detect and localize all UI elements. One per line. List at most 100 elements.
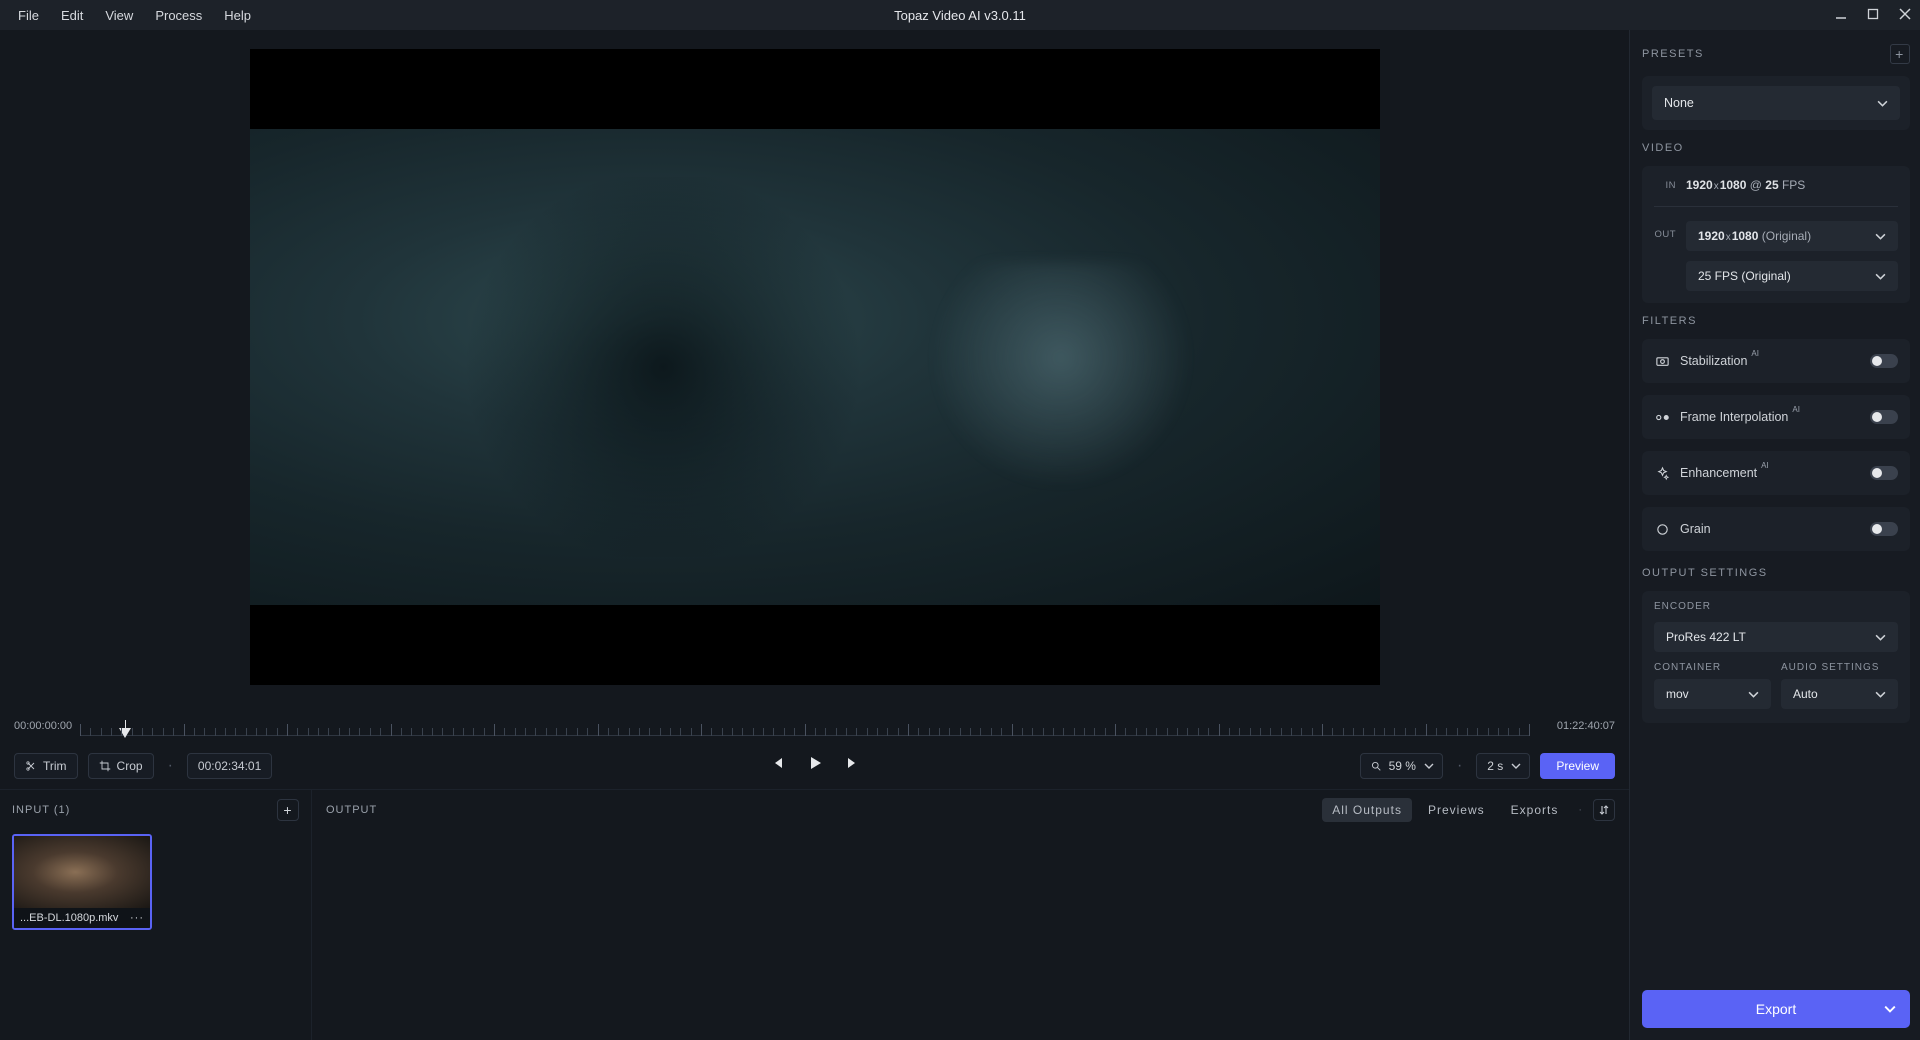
zoom-value: 59 % (1389, 759, 1416, 773)
settings-sidebar: PRESETS + None VIDEO IN 1920x1080 @ 25 F… (1630, 30, 1920, 1040)
timeline-end-tc: 01:22:40:07 (1557, 720, 1615, 732)
filter-enhancement[interactable]: Enhancement AI (1642, 451, 1910, 495)
add-preset-button[interactable]: + (1890, 44, 1910, 64)
input-header: INPUT (1) (12, 804, 70, 816)
frame-interpolation-icon (1654, 409, 1670, 425)
chevron-down-icon (1875, 271, 1886, 282)
encoder-value: ProRes 422 LT (1666, 630, 1746, 644)
filters-label-text: FILTERS (1642, 315, 1697, 327)
container-label: CONTAINER (1654, 662, 1771, 673)
chevron-down-icon (1748, 689, 1759, 700)
output-settings-label-text: OUTPUT SETTINGS (1642, 567, 1768, 579)
controls-row: Trim Crop · 00:02:34:01 59 % (0, 742, 1629, 790)
tab-exports[interactable]: Exports (1501, 798, 1569, 822)
scissors-icon (25, 760, 37, 772)
preset-select[interactable]: None (1652, 86, 1900, 120)
grain-label: Grain (1680, 522, 1711, 536)
chevron-down-icon (1875, 231, 1886, 242)
window-close-button[interactable] (1898, 7, 1912, 24)
preset-value: None (1664, 96, 1694, 110)
play-button[interactable] (807, 755, 823, 776)
input-thumbnail[interactable]: ...EB-DL.1080p.mkv ··· (12, 834, 152, 930)
encoder-select[interactable]: ProRes 422 LT (1654, 622, 1898, 652)
timeline[interactable]: 00:00:00:00 01:22:40:07 (0, 704, 1629, 742)
presets-section-label: PRESETS + (1642, 44, 1910, 64)
zoom-select[interactable]: 59 % (1360, 753, 1443, 779)
tab-all-outputs[interactable]: All Outputs (1322, 798, 1412, 822)
filter-frame-interpolation[interactable]: Frame Interpolation AI (1642, 395, 1910, 439)
chevron-down-icon (1875, 632, 1886, 643)
filter-stabilization[interactable]: Stabilization AI (1642, 339, 1910, 383)
menu-process[interactable]: Process (145, 4, 212, 27)
video-frame[interactable] (250, 49, 1380, 685)
preview-area (0, 30, 1629, 704)
thumbnail-filename: ...EB-DL.1080p.mkv (20, 912, 118, 924)
menu-file[interactable]: File (8, 4, 49, 27)
window-minimize-button[interactable] (1834, 7, 1848, 24)
stabilization-label: Stabilization (1680, 354, 1747, 368)
menu-edit[interactable]: Edit (51, 4, 93, 27)
enhancement-toggle[interactable] (1870, 466, 1898, 480)
output-settings-section-label: OUTPUT SETTINGS (1642, 567, 1910, 579)
audio-select[interactable]: Auto (1781, 679, 1898, 709)
in-width: 1920 (1686, 178, 1713, 192)
playback-controls (769, 755, 861, 776)
chevron-down-icon (1877, 98, 1888, 109)
crop-icon (99, 760, 111, 772)
window-maximize-button[interactable] (1866, 7, 1880, 24)
output-fps-value: 25 FPS (Original) (1698, 269, 1791, 283)
audio-value: Auto (1793, 687, 1818, 701)
trim-label: Trim (43, 759, 67, 773)
frame-interpolation-toggle[interactable] (1870, 410, 1898, 424)
titlebar: File Edit View Process Help Topaz Video … (0, 0, 1920, 30)
video-label-text: VIDEO (1642, 142, 1684, 154)
magnifier-icon (1371, 761, 1381, 771)
filter-grain[interactable]: Grain (1642, 507, 1910, 551)
menu-help[interactable]: Help (214, 4, 261, 27)
sort-icon (1598, 804, 1610, 816)
export-label: Export (1756, 1001, 1796, 1017)
export-button[interactable]: Export (1642, 990, 1910, 1028)
thumbnail-image (14, 836, 150, 908)
bottom-panels: INPUT (1) + ...EB-DL.1080p.mkv ··· OUTPU… (0, 790, 1629, 1040)
add-input-button[interactable]: + (277, 799, 299, 821)
ai-badge: AI (1761, 461, 1769, 470)
current-timecode[interactable]: 00:02:34:01 (187, 753, 272, 779)
menu-view[interactable]: View (95, 4, 143, 27)
output-resolution-select[interactable]: 1920x1080 (Original) (1686, 221, 1898, 251)
in-tag: IN (1654, 180, 1676, 191)
preview-length-select[interactable]: 2 s (1476, 753, 1530, 779)
enhancement-icon (1654, 465, 1670, 481)
step-forward-button[interactable] (845, 755, 861, 776)
presets-label-text: PRESETS (1642, 48, 1704, 60)
separator-dot: · (1453, 757, 1466, 775)
chevron-down-icon (1511, 761, 1521, 771)
sort-outputs-button[interactable] (1593, 799, 1615, 821)
timeline-start-tc: 00:00:00:00 (14, 720, 72, 732)
container-select[interactable]: mov (1654, 679, 1771, 709)
main-menu: File Edit View Process Help (8, 4, 261, 27)
preview-button[interactable]: Preview (1540, 753, 1615, 779)
filters-section-label: FILTERS (1642, 315, 1910, 327)
chevron-down-icon (1884, 1003, 1896, 1015)
app-title: Topaz Video AI v3.0.11 (894, 8, 1026, 23)
input-panel: INPUT (1) + ...EB-DL.1080p.mkv ··· (0, 790, 312, 1040)
in-height: 1080 (1720, 178, 1747, 192)
current-timecode-value: 00:02:34:01 (198, 759, 261, 773)
timeline-ruler[interactable] (80, 722, 1529, 736)
crop-button[interactable]: Crop (88, 753, 154, 779)
chevron-down-icon (1875, 689, 1886, 700)
video-section-label: VIDEO (1642, 142, 1910, 154)
grain-toggle[interactable] (1870, 522, 1898, 536)
output-header: OUTPUT (326, 804, 377, 816)
thumbnail-more-icon[interactable]: ··· (130, 912, 144, 924)
trim-button[interactable]: Trim (14, 753, 78, 779)
ai-badge: AI (1751, 349, 1759, 358)
step-back-button[interactable] (769, 755, 785, 776)
chevron-down-icon (1424, 761, 1434, 771)
stabilization-icon (1654, 353, 1670, 369)
tab-previews[interactable]: Previews (1418, 798, 1495, 822)
stabilization-toggle[interactable] (1870, 354, 1898, 368)
separator-dot: · (1574, 804, 1587, 816)
output-fps-select[interactable]: 25 FPS (Original) (1686, 261, 1898, 291)
